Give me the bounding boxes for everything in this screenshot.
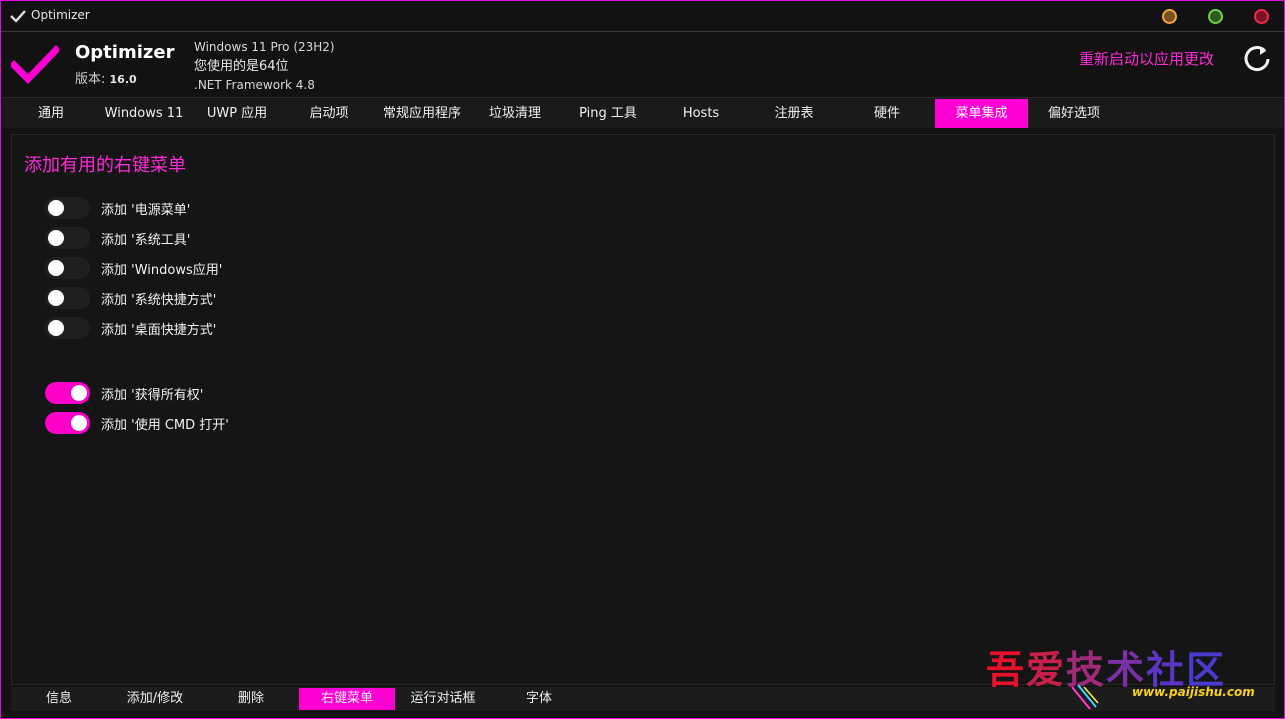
toggle-row-system-shortcuts: 添加 '系统快捷方式' bbox=[45, 287, 216, 309]
toggle-label: 添加 '系统快捷方式' bbox=[101, 292, 217, 308]
toggle-label: 添加 'Windows应用' bbox=[101, 262, 223, 278]
system-info: Windows 11 Pro (23H2) 您使用的是64位 .NET Fram… bbox=[194, 38, 335, 95]
watermark-char: 爱 bbox=[1026, 647, 1067, 692]
section-title: 添加有用的右键菜单 bbox=[24, 155, 186, 176]
app-window: Optimizer Optimizer 版本: 16.0 Windows 11 … bbox=[0, 0, 1285, 719]
os-version: Windows 11 Pro (23H2) bbox=[194, 40, 335, 54]
close-button[interactable] bbox=[1254, 9, 1269, 24]
watermark-char: 吾 bbox=[986, 647, 1027, 692]
tab-cleanup[interactable]: 垃圾清理 bbox=[469, 99, 561, 128]
toggle-row-system-tools: 添加 '系统工具' bbox=[45, 227, 190, 249]
toggle-row-desktop-shortcuts: 添加 '桌面快捷方式' bbox=[45, 317, 216, 339]
checkmark-logo-icon bbox=[11, 45, 59, 84]
tab-menu-integration[interactable]: 菜单集成 bbox=[935, 99, 1028, 128]
toggle-row-open-cmd: 添加 '使用 CMD 打开' bbox=[45, 412, 229, 434]
version-label: 版本: bbox=[75, 72, 110, 87]
title-bar[interactable]: Optimizer bbox=[1, 1, 1284, 32]
maximize-button[interactable] bbox=[1208, 9, 1223, 24]
tab-common-apps[interactable]: 常规应用程序 bbox=[375, 99, 469, 128]
subtab-context-menu[interactable]: 右键菜单 bbox=[299, 688, 395, 710]
subtab-add-modify[interactable]: 添加/修改 bbox=[107, 688, 203, 710]
main-tab-bar: 通用 Windows 11 UWP 应用 启动项 常规应用程序 垃圾清理 Pin… bbox=[3, 97, 1284, 128]
subtab-info[interactable]: 信息 bbox=[11, 688, 107, 710]
watermark-streak-icon bbox=[1071, 684, 1099, 710]
take-ownership-toggle[interactable] bbox=[45, 382, 90, 404]
tab-uwp[interactable]: UWP 应用 bbox=[191, 99, 283, 128]
toggle-label: 添加 '系统工具' bbox=[101, 232, 191, 248]
toggle-row-windows-apps: 添加 'Windows应用' bbox=[45, 257, 222, 279]
architecture-info: 您使用的是64位 bbox=[194, 59, 289, 74]
tab-windows11[interactable]: Windows 11 bbox=[97, 99, 191, 128]
watermark: 吾爱技术社区 www.paijishu.com bbox=[986, 639, 1276, 711]
tab-hardware[interactable]: 硬件 bbox=[841, 99, 933, 128]
tab-registry[interactable]: 注册表 bbox=[747, 99, 841, 128]
tab-startup[interactable]: 启动项 bbox=[283, 99, 375, 128]
toggle-label: 添加 '使用 CMD 打开' bbox=[101, 417, 229, 433]
subtab-delete[interactable]: 删除 bbox=[203, 688, 299, 710]
system-shortcuts-toggle[interactable] bbox=[45, 287, 90, 309]
toggle-label: 添加 '获得所有权' bbox=[101, 387, 204, 403]
windows-apps-toggle[interactable] bbox=[45, 257, 90, 279]
menu-integration-panel: 添加有用的右键菜单 添加 '电源菜单' 添加 '系统工具' 添加 'Window… bbox=[11, 134, 1275, 685]
app-header: Optimizer 版本: 16.0 Windows 11 Pro (23H2)… bbox=[1, 32, 1284, 96]
desktop-shortcuts-toggle[interactable] bbox=[45, 317, 90, 339]
toggle-row-power-menu: 添加 '电源菜单' bbox=[45, 197, 190, 219]
power-menu-toggle[interactable] bbox=[45, 197, 90, 219]
framework-version: .NET Framework 4.8 bbox=[194, 78, 315, 92]
toggle-label: 添加 '电源菜单' bbox=[101, 202, 191, 218]
tab-ping[interactable]: Ping 工具 bbox=[561, 99, 655, 128]
system-tools-toggle[interactable] bbox=[45, 227, 90, 249]
checkmark-app-icon bbox=[10, 10, 26, 23]
open-with-cmd-toggle[interactable] bbox=[45, 412, 90, 434]
watermark-url: www.paijishu.com bbox=[1132, 685, 1255, 699]
restart-icon[interactable] bbox=[1243, 44, 1273, 74]
tab-hosts[interactable]: Hosts bbox=[655, 99, 747, 128]
version-text: 版本: 16.0 bbox=[75, 68, 137, 87]
toggle-label: 添加 '桌面快捷方式' bbox=[101, 322, 217, 338]
restart-link[interactable]: 重新启动以应用更改 bbox=[1079, 48, 1214, 69]
tab-preferences[interactable]: 偏好选项 bbox=[1028, 99, 1120, 128]
window-title: Optimizer bbox=[31, 8, 90, 22]
minimize-button[interactable] bbox=[1162, 9, 1177, 24]
app-name: Optimizer bbox=[75, 42, 175, 63]
subtab-run-dialog[interactable]: 运行对话框 bbox=[395, 688, 491, 710]
version-number: 16.0 bbox=[109, 73, 137, 86]
subtab-fonts[interactable]: 字体 bbox=[491, 688, 587, 710]
toggle-row-take-ownership: 添加 '获得所有权' bbox=[45, 382, 203, 404]
tab-general[interactable]: 通用 bbox=[5, 99, 97, 128]
